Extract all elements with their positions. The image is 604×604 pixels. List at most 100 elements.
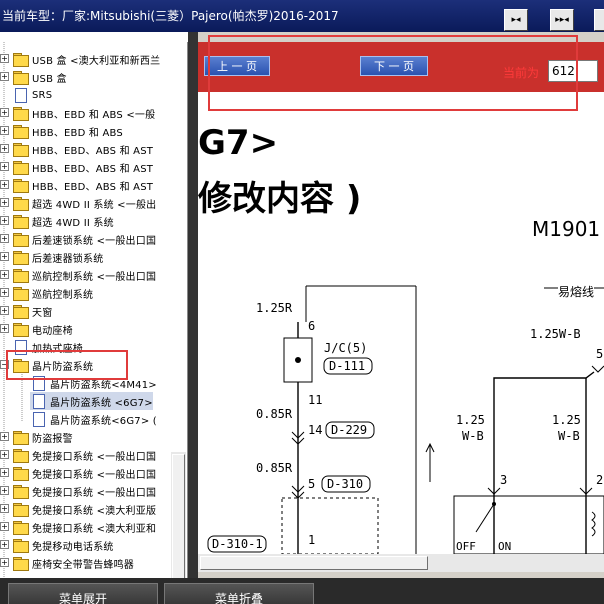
tree-highlight-box bbox=[6, 350, 128, 380]
wiring-diagram: G7> 修改内容 ) M1901 易熔线 1.25R 6 J/C(5) D-11… bbox=[198, 92, 604, 554]
tree-item[interactable]: 超选 4WD II 系统 <一般出 bbox=[12, 194, 156, 212]
folder-icon bbox=[12, 52, 29, 67]
menu-tree[interactable]: + USB 盒 <澳大利亚和新西兰 + USB 盒 SRS + HBB、EBD 和 ABS … bbox=[0, 42, 188, 578]
folder-icon bbox=[12, 322, 29, 337]
menu-collapse-button[interactable]: 菜单折叠 bbox=[164, 583, 314, 604]
folder-icon bbox=[12, 520, 29, 535]
svg-text:D-111: D-111 bbox=[329, 359, 365, 373]
svg-text:1.25: 1.25 bbox=[456, 413, 485, 427]
tree-item[interactable]: HBB、EBD 和 ABS <一般 bbox=[12, 104, 155, 122]
tree-item[interactable]: 座椅安全带警告蜂鸣器 bbox=[12, 554, 134, 572]
tree-item[interactable]: 免提接口系统 <澳大利亚和 bbox=[12, 518, 156, 536]
tree-item-label: HBB、EBD 和 ABS <一般 bbox=[32, 109, 156, 121]
tree-item[interactable]: 天窗 bbox=[12, 302, 52, 320]
svg-text:11: 11 bbox=[308, 393, 322, 407]
svg-text:2: 2 bbox=[596, 473, 603, 487]
svg-text:1.25W-B: 1.25W-B bbox=[530, 327, 581, 341]
tree-item[interactable]: 后差速锁系统 <一般出口国 bbox=[12, 230, 156, 248]
tree-expander[interactable]: + bbox=[0, 324, 9, 333]
tree-item[interactable]: 晶片防盗系统 <6G7> bbox=[30, 392, 153, 410]
tree-expander[interactable]: + bbox=[0, 126, 9, 135]
tree-item[interactable]: 电动座椅 bbox=[12, 320, 73, 338]
folder-icon bbox=[12, 124, 29, 139]
tree-item[interactable]: 免提接口系统 <一般出口国 bbox=[12, 482, 156, 500]
tree-item[interactable]: SRS bbox=[12, 86, 52, 104]
fit-page-button[interactable]: ▸◂ bbox=[504, 9, 528, 31]
svg-text:5: 5 bbox=[596, 347, 603, 361]
tree-item-label: 免提移动电话系统 bbox=[32, 541, 114, 553]
tree-item[interactable]: 巡航控制系统 <一般出口国 bbox=[12, 266, 156, 284]
diagram-scrollbar-thumb[interactable] bbox=[200, 556, 428, 570]
tree-expander[interactable]: + bbox=[0, 522, 9, 531]
tree-item[interactable]: HBB、EBD 和 ABS bbox=[12, 122, 123, 140]
tree-expander[interactable]: + bbox=[0, 72, 9, 81]
tree-expander[interactable]: + bbox=[0, 432, 9, 441]
tree-item[interactable]: HBB、EBD、ABS 和 AST bbox=[12, 158, 153, 176]
tree-item[interactable]: 防盗报警 bbox=[12, 428, 73, 446]
diagram-horizontal-scrollbar[interactable] bbox=[198, 554, 604, 572]
folder-icon bbox=[12, 250, 29, 265]
svg-text:6: 6 bbox=[308, 319, 315, 333]
tree-expander[interactable]: + bbox=[0, 234, 9, 243]
tree-item[interactable]: 免提接口系统 <澳大利亚版 bbox=[12, 500, 156, 518]
tree-expander[interactable]: + bbox=[0, 486, 9, 495]
tree-expander[interactable]: + bbox=[0, 270, 9, 279]
tree-item-label: 防盗报警 bbox=[32, 433, 73, 445]
tree-expander[interactable]: + bbox=[0, 54, 9, 63]
switch-off-label: OFF bbox=[456, 540, 476, 553]
tree-expander[interactable]: + bbox=[0, 180, 9, 189]
fuse-label: 易熔线 bbox=[558, 284, 594, 299]
folder-icon bbox=[12, 214, 29, 229]
tree-expander[interactable]: + bbox=[0, 216, 9, 225]
tree-expander[interactable]: + bbox=[0, 468, 9, 477]
diagram-subheader: 修改内容 ) bbox=[198, 179, 361, 219]
folder-icon bbox=[12, 142, 29, 157]
tree-expander[interactable]: + bbox=[0, 162, 9, 171]
tree-expander[interactable]: + bbox=[0, 288, 9, 297]
tree-item[interactable]: HBB、EBD、ABS 和 AST bbox=[12, 176, 153, 194]
tree-item-label: USB 盒 <澳大利亚和新西兰 bbox=[32, 55, 161, 67]
splitter-bar[interactable] bbox=[188, 32, 198, 578]
tree-item[interactable]: 免提接口系统 <一般出口国 bbox=[12, 446, 156, 464]
tree-expander[interactable]: + bbox=[0, 558, 9, 567]
tree-item[interactable]: 后差速器锁系统 bbox=[12, 248, 103, 266]
folder-icon bbox=[12, 538, 29, 553]
tree-expander[interactable]: + bbox=[0, 108, 9, 117]
tree-item[interactable]: 免提接口系统 <一般出口国 bbox=[12, 464, 156, 482]
svg-text:J/C(5): J/C(5) bbox=[324, 341, 367, 355]
tree-item-label: 超选 4WD II 系统 bbox=[32, 217, 114, 229]
tree-item-label: SRS bbox=[32, 89, 53, 101]
tree-expander[interactable]: + bbox=[0, 504, 9, 513]
title-bar: 当前车型：厂家:Mitsubishi(三菱）Pajero(帕杰罗)2016-20… bbox=[0, 0, 604, 32]
tree-item[interactable]: USB 盒 bbox=[12, 68, 67, 86]
svg-text:W-B: W-B bbox=[558, 429, 580, 443]
tree-item[interactable]: 晶片防盗系统<6G7> ( bbox=[30, 410, 157, 428]
tree-scrollbar[interactable] bbox=[171, 452, 186, 578]
tree-scrollbar-thumb[interactable] bbox=[172, 454, 185, 578]
tree-item[interactable]: 免提移动电话系统 bbox=[12, 536, 114, 554]
tree-expander[interactable]: + bbox=[0, 450, 9, 459]
svg-text:1.25: 1.25 bbox=[552, 413, 581, 427]
folder-icon bbox=[12, 430, 29, 445]
tree-expander[interactable]: + bbox=[0, 252, 9, 261]
tree-item-label: HBB、EBD、ABS 和 AST bbox=[32, 145, 154, 157]
tree-item-label: HBB、EBD、ABS 和 AST bbox=[32, 181, 154, 193]
tree-expander[interactable]: + bbox=[0, 540, 9, 549]
tree-item[interactable]: 超选 4WD II 系统 bbox=[12, 212, 114, 230]
tree-item[interactable]: HBB、EBD、ABS 和 AST bbox=[12, 140, 153, 158]
folder-icon bbox=[12, 484, 29, 499]
fit-width-button[interactable]: ▸▸◂ bbox=[550, 9, 574, 31]
tree-top-strip bbox=[0, 32, 188, 42]
tree-expander[interactable]: + bbox=[0, 144, 9, 153]
tree-expander[interactable]: + bbox=[0, 306, 9, 315]
svg-text:D-310-1: D-310-1 bbox=[212, 537, 263, 551]
svg-text:14: 14 bbox=[308, 423, 322, 437]
folder-icon bbox=[12, 160, 29, 175]
tree-item[interactable]: 巡航控制系统 bbox=[12, 284, 93, 302]
tree-item-label: 免提接口系统 <一般出口国 bbox=[32, 469, 157, 481]
tree-item[interactable]: USB 盒 <澳大利亚和新西兰 bbox=[12, 50, 160, 68]
tree-item-label: 后差速器锁系统 bbox=[32, 253, 104, 265]
tree-expander[interactable]: + bbox=[0, 198, 9, 207]
menu-expand-button[interactable]: 菜单展开 bbox=[8, 583, 158, 604]
extra-button[interactable] bbox=[594, 9, 604, 31]
